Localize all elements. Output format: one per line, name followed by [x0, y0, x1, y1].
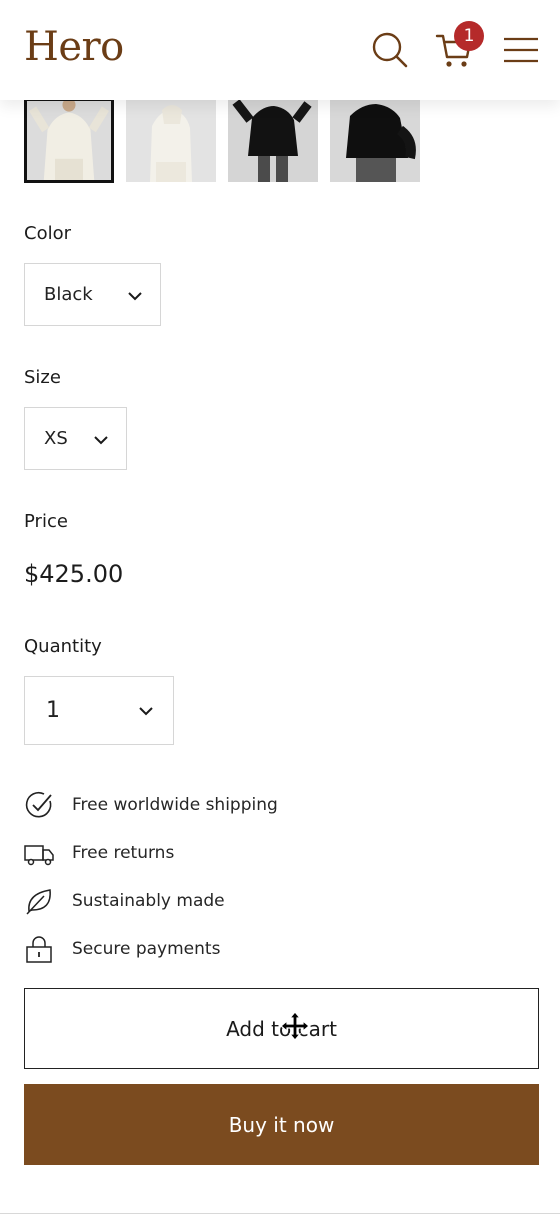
site-header: Hero 1 — [0, 0, 560, 100]
chevron-down-icon — [128, 292, 142, 301]
truck-icon — [24, 845, 54, 866]
divider — [0, 1213, 560, 1214]
color-label: Color — [24, 223, 71, 244]
move-cursor-icon — [280, 1011, 310, 1041]
leaf-icon — [26, 889, 51, 915]
product-thumbnails — [24, 92, 544, 184]
price-label: Price — [24, 511, 68, 532]
feature-text: Sustainably made — [72, 891, 225, 911]
price-value: $425.00 — [24, 560, 124, 588]
chevron-down-icon — [94, 436, 108, 445]
feature-shipping: Free worldwide shipping — [24, 790, 424, 820]
chevron-down-icon — [139, 707, 153, 716]
feature-payments: Secure payments — [24, 934, 424, 964]
feature-sustainable: Sustainably made — [24, 886, 424, 916]
check-circle-icon — [25, 791, 52, 818]
color-select-value: Black — [44, 284, 93, 305]
size-select-value: XS — [44, 428, 68, 449]
buy-now-button[interactable]: Buy it now — [24, 1084, 539, 1165]
quantity-label: Quantity — [24, 636, 102, 657]
thumbnail-cream-side[interactable] — [126, 100, 216, 182]
size-label: Size — [24, 367, 61, 388]
lock-icon — [26, 936, 52, 963]
quantity-select[interactable]: 1 — [24, 676, 174, 745]
menu-icon[interactable] — [502, 30, 542, 70]
thumbnail-cream-front[interactable] — [24, 98, 114, 183]
store-logo[interactable]: Hero — [24, 24, 124, 70]
size-select[interactable]: XS — [24, 407, 127, 470]
feature-text: Free worldwide shipping — [72, 795, 278, 815]
thumbnail-black-back[interactable] — [330, 100, 420, 182]
thumbnail-black-front[interactable] — [228, 100, 318, 182]
quantity-select-value: 1 — [46, 698, 60, 723]
feature-text: Secure payments — [72, 939, 221, 959]
search-icon[interactable] — [370, 30, 410, 70]
feature-text: Free returns — [72, 843, 175, 863]
color-select[interactable]: Black — [24, 263, 161, 326]
cart-count-badge: 1 — [454, 21, 484, 51]
feature-returns: Free returns — [24, 838, 424, 868]
